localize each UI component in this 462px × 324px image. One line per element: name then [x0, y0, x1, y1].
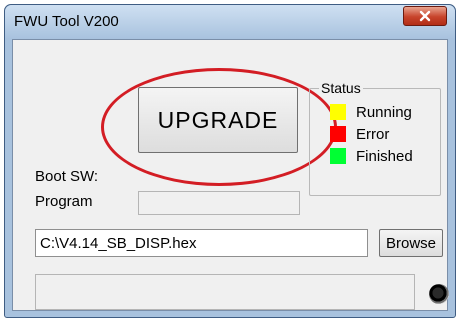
running-label: Running	[356, 103, 412, 121]
client-area: UPGRADE Status Running Error Finished Bo…	[12, 39, 449, 311]
close-icon	[419, 10, 431, 22]
window-title: FWU Tool V200	[14, 13, 119, 30]
status-legend-running: Running	[330, 103, 412, 121]
running-swatch	[330, 104, 346, 120]
status-led-icon	[429, 284, 449, 304]
error-label: Error	[356, 125, 390, 143]
title-bar[interactable]: FWU Tool V200	[5, 5, 455, 39]
program-label: Program	[35, 193, 93, 210]
browse-button[interactable]: Browse	[379, 229, 443, 257]
status-legend-finished: Finished	[330, 147, 413, 165]
file-path-input[interactable]	[35, 229, 368, 257]
status-message-field	[35, 274, 415, 310]
upgrade-button[interactable]: UPGRADE	[138, 87, 298, 153]
close-button[interactable]	[403, 6, 447, 26]
error-swatch	[330, 126, 346, 142]
boot-sw-label: Boot SW:	[35, 168, 99, 185]
program-field	[138, 191, 300, 215]
status-group: Status Running Error Finished	[309, 80, 441, 196]
finished-swatch	[330, 148, 346, 164]
status-legend-error: Error	[330, 125, 389, 143]
status-group-label: Status	[319, 80, 363, 96]
finished-label: Finished	[356, 147, 413, 165]
app-window: FWU Tool V200 UPGRADE Status Running Err…	[4, 4, 456, 318]
